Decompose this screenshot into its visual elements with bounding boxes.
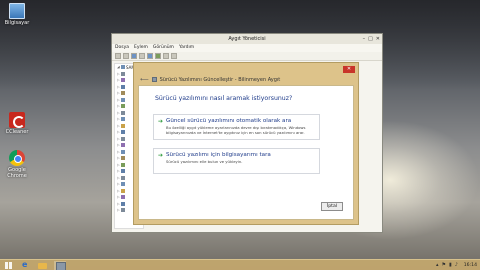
taskbar: ▴ ⚑ ▮ ♪ 16:14 xyxy=(0,259,480,270)
taskbar-clock[interactable]: 16:14 xyxy=(464,262,477,269)
search-automatically-option[interactable]: ➔ Güncel sürücü yazılımını otomatik olar… xyxy=(153,114,320,140)
dialog-title: Sürücü Yazılımını Güncelleştir - Bilinme… xyxy=(159,76,281,83)
menu-item-view[interactable]: Görünüm xyxy=(153,44,174,52)
back-icon[interactable] xyxy=(115,53,121,59)
toolbar xyxy=(112,52,382,61)
menu-item-help[interactable]: Yardım xyxy=(179,44,194,52)
green-arrow-icon: ➔ xyxy=(158,152,164,159)
back-arrow-icon[interactable]: ⟵ xyxy=(140,76,149,83)
start-button[interactable] xyxy=(3,261,15,270)
file-explorer-icon[interactable] xyxy=(37,261,49,270)
desktop-icon-label: Google Chrome xyxy=(7,167,27,179)
desktop-icon-label: Bilgisayar xyxy=(4,20,30,26)
chrome-icon xyxy=(9,150,25,166)
chevron-up-icon[interactable]: ▴ xyxy=(436,262,439,269)
maximize-button[interactable]: □ xyxy=(368,35,373,43)
desktop-icon-chrome[interactable]: Google Chrome xyxy=(2,150,32,179)
uninstall-device-icon[interactable] xyxy=(171,53,177,59)
forward-icon[interactable] xyxy=(123,53,129,59)
option-description: Bu özelliği aygıt yükleme ayarlarınızda … xyxy=(166,125,306,135)
ccleaner-icon xyxy=(9,112,25,128)
menu-item-action[interactable]: Eylem xyxy=(134,44,148,52)
dialog-body: Sürücü yazılımını nasıl aramak istiyorsu… xyxy=(138,85,354,220)
desktop-icon-computer[interactable]: Bilgisayar xyxy=(2,3,32,26)
desktop-icon-ccleaner[interactable]: CCleaner xyxy=(2,112,32,135)
scan-hardware-icon[interactable] xyxy=(147,53,153,59)
flag-icon[interactable]: ⚑ xyxy=(442,262,446,269)
system-tray: ▴ ⚑ ▮ ♪ xyxy=(436,262,458,269)
computer-icon xyxy=(121,65,125,70)
properties-icon[interactable] xyxy=(131,53,137,59)
option-description: Sürücü yazılımını elle bulun ve yükleyin… xyxy=(166,159,243,164)
device-manager-title: Aygıt Yöneticisi xyxy=(228,36,266,42)
option-title: Güncel sürücü yazılımını otomatik olarak… xyxy=(166,118,292,124)
browse-computer-option[interactable]: ➔ Sürücü yazılımı için bilgisayarımı tar… xyxy=(153,148,320,174)
update-driver-icon[interactable] xyxy=(155,53,161,59)
dialog-header: ⟵ Sürücü Yazılımını Güncelleştir - Bilin… xyxy=(140,76,280,83)
volume-icon[interactable]: ♪ xyxy=(455,262,458,269)
option-title: Sürücü yazılımı için bilgisayarımı tara xyxy=(166,152,271,158)
network-icon[interactable]: ▮ xyxy=(449,262,452,269)
dialog-close-button[interactable]: ✕ xyxy=(343,66,355,73)
computer-icon xyxy=(9,3,25,19)
disable-device-icon[interactable] xyxy=(163,53,169,59)
help-icon[interactable] xyxy=(139,53,145,59)
chevron-down-icon[interactable]: ◢ xyxy=(117,65,120,69)
cancel-button[interactable]: İptal xyxy=(321,202,343,211)
minimize-button[interactable]: – xyxy=(363,35,366,43)
menu-item-file[interactable]: Dosya xyxy=(115,44,129,52)
dialog-question: Sürücü yazılımını nasıl aramak istiyorsu… xyxy=(155,95,293,102)
internet-explorer-icon[interactable] xyxy=(20,260,32,270)
close-button[interactable]: ✕ xyxy=(376,35,380,43)
desktop-icon-label: CCleaner xyxy=(5,129,29,135)
green-arrow-icon: ➔ xyxy=(158,118,164,125)
update-driver-dialog: ✕ ⟵ Sürücü Yazılımını Güncelleştir - Bil… xyxy=(133,62,359,225)
device-icon xyxy=(151,77,157,82)
device-manager-taskbar-icon[interactable] xyxy=(54,261,66,270)
device-manager-titlebar[interactable]: Aygıt Yöneticisi – □ ✕ xyxy=(112,34,382,44)
menu-bar: Dosya Eylem Görünüm Yardım xyxy=(112,44,382,52)
